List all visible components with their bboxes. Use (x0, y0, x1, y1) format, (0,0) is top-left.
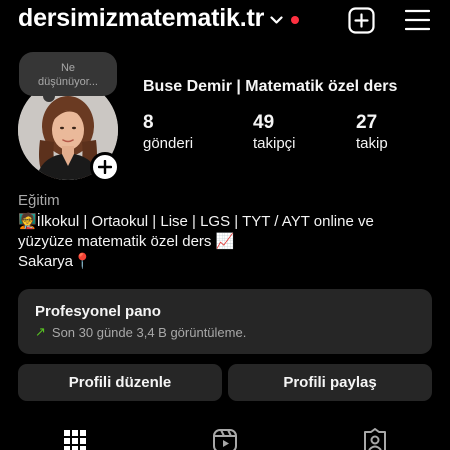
stat-posts[interactable]: 8 gönderi (143, 112, 193, 154)
add-story-button[interactable] (90, 152, 120, 182)
account-switcher[interactable]: dersimizmatematik.tr (18, 4, 300, 33)
username: dersimizmatematik.tr (18, 4, 265, 32)
top-bar: dersimizmatematik.tr (0, 0, 450, 42)
tagged-icon[interactable] (362, 428, 388, 450)
chevron-down-icon (270, 16, 283, 24)
menu-icon[interactable] (405, 9, 430, 31)
stat-label: takipçi (253, 135, 296, 152)
dashboard-title: Profesyonel pano (35, 303, 161, 320)
stat-label: gönderi (143, 135, 194, 152)
stat-following[interactable]: 27 takip (356, 112, 388, 154)
professional-dashboard[interactable]: Profesyonel pano ↗ Son 30 günde 3,4 B gö… (18, 289, 432, 354)
edit-profile-button[interactable]: Profili düzenle (18, 364, 222, 401)
bio: 🧑‍🏫İlkokul | Ortaokul | Lise | LGS | TYT… (18, 212, 428, 272)
notification-dot (291, 15, 300, 24)
stat-value: 49 (253, 112, 275, 133)
stat-followers[interactable]: 49 takipçi (253, 112, 296, 154)
share-profile-button[interactable]: Profili paylaş (228, 364, 432, 401)
dashboard-views-text: Son 30 günde 3,4 B görüntüleme. (51, 324, 247, 340)
note-bubble[interactable]: Ne düşünüyor... (19, 52, 117, 102)
grid-icon[interactable] (62, 428, 88, 450)
display-name: Buse Demir | Matematik özel ders (143, 78, 398, 95)
profile-category: Eğitim (18, 192, 60, 209)
bio-line: yüzyüze matematik özel ders 📈 (18, 233, 235, 250)
plus-icon (98, 160, 112, 174)
create-post-icon[interactable] (348, 7, 375, 34)
dashboard-subtitle: ↗ Son 30 günde 3,4 B görüntüleme. (35, 324, 432, 340)
stat-value: 27 (356, 112, 378, 133)
bio-line: Sakarya📍 (18, 253, 92, 270)
reels-icon[interactable] (212, 428, 238, 450)
stat-value: 8 (143, 112, 154, 133)
bio-line: 🧑‍🏫İlkokul | Ortaokul | Lise | LGS | TYT… (18, 213, 374, 230)
trend-up-icon: ↗ (35, 324, 46, 339)
stat-label: takip (356, 135, 388, 152)
note-text: Ne düşünüyor... (38, 62, 98, 88)
